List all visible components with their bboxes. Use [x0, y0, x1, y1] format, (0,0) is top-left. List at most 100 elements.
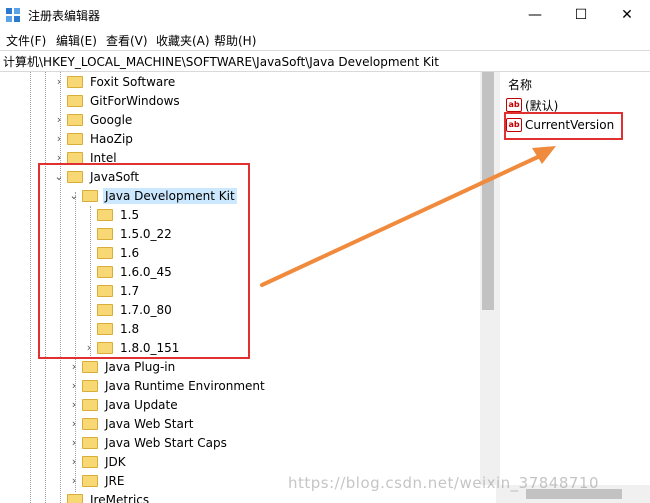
expand-chevron-icon[interactable]: ›: [66, 360, 82, 373]
expand-chevron-icon[interactable]: ›: [81, 341, 97, 354]
folder-icon: [67, 493, 83, 503]
address-bar[interactable]: 计算机\HKEY_LOCAL_MACHINE\SOFTWARE\JavaSoft…: [0, 50, 650, 72]
tree-node-java-plug-in[interactable]: › Java Plug-in: [66, 357, 177, 376]
expand-chevron-icon[interactable]: ›: [66, 417, 82, 430]
value-name[interactable]: (默认): [525, 97, 558, 114]
tree-node-1-8[interactable]: 1.8: [81, 319, 141, 338]
menu-edit[interactable]: 编辑(E): [56, 32, 97, 49]
folder-icon: [97, 227, 113, 240]
tree-node-label[interactable]: Foxit Software: [88, 74, 177, 90]
tree-node-label[interactable]: 1.6.0_45: [118, 264, 174, 280]
tree-node-label[interactable]: Java Development Kit: [103, 187, 237, 204]
tree-node-gitforwindows[interactable]: GitForWindows: [51, 91, 182, 110]
value-row-default[interactable]: ab (默认): [506, 96, 558, 114]
expand-chevron-icon[interactable]: ›: [51, 151, 67, 164]
tree-node-intel[interactable]: › Intel: [51, 148, 119, 167]
folder-icon: [97, 208, 113, 221]
expand-chevron-icon[interactable]: ›: [66, 398, 82, 411]
scrollbar-thumb[interactable]: [482, 72, 494, 310]
folder-icon: [67, 113, 83, 126]
tree-node-java-development-kit[interactable]: ⌄ Java Development Kit: [66, 186, 237, 205]
tree-node-label[interactable]: 1.6: [118, 245, 141, 261]
expand-chevron-icon[interactable]: ›: [66, 455, 82, 468]
menu-file[interactable]: 文件(F): [6, 32, 46, 49]
expand-chevron-icon[interactable]: ›: [66, 379, 82, 392]
tree-node-1-7[interactable]: 1.7: [81, 281, 141, 300]
folder-icon: [97, 265, 113, 278]
expand-chevron-icon[interactable]: ›: [51, 75, 67, 88]
value-row-currentversion[interactable]: ab CurrentVersion: [506, 116, 614, 134]
tree-node-label[interactable]: JRE: [103, 473, 126, 489]
tree-node-java-runtime-environment[interactable]: › Java Runtime Environment: [66, 376, 267, 395]
tree-node-1-5-0-22[interactable]: 1.5.0_22: [81, 224, 174, 243]
tree-node-1-6[interactable]: 1.6: [81, 243, 141, 262]
tree-node-label[interactable]: 1.7: [118, 283, 141, 299]
tree-node-label[interactable]: Java Update: [103, 397, 180, 413]
tree-node-label[interactable]: 1.7.0_80: [118, 302, 174, 318]
tree-node-label[interactable]: Intel: [88, 150, 119, 166]
folder-icon: [67, 94, 83, 107]
tree-node-java-web-start[interactable]: › Java Web Start: [66, 414, 195, 433]
key-tree[interactable]: › Foxit Software GitForWindows › Google …: [0, 72, 496, 503]
tree-node-haozip[interactable]: › HaoZip: [51, 129, 135, 148]
folder-icon: [82, 379, 98, 392]
collapse-chevron-icon[interactable]: ⌄: [51, 170, 67, 183]
menu-bar: 文件(F) 编辑(E) 查看(V) 收藏夹(A) 帮助(H): [0, 30, 650, 50]
folder-icon: [82, 398, 98, 411]
tree-node-label[interactable]: 1.5.0_22: [118, 226, 174, 242]
value-name[interactable]: CurrentVersion: [525, 118, 614, 132]
tree-node-label[interactable]: Java Web Start: [103, 416, 195, 432]
maximize-button[interactable]: ☐: [558, 0, 604, 30]
tree-node-label[interactable]: GitForWindows: [88, 93, 182, 109]
folder-icon: [97, 246, 113, 259]
tree-node-label[interactable]: Java Runtime Environment: [103, 378, 267, 394]
tree-node-java-web-start-caps[interactable]: › Java Web Start Caps: [66, 433, 229, 452]
tree-node-jre[interactable]: › JRE: [66, 471, 126, 490]
close-button[interactable]: ✕: [604, 0, 650, 30]
string-value-icon: ab: [506, 98, 522, 112]
open-folder-icon: [82, 189, 98, 202]
title-bar: 注册表编辑器 — ☐ ✕: [0, 0, 650, 31]
tree-guide-line: [45, 72, 46, 503]
menu-view[interactable]: 查看(V): [106, 32, 148, 49]
tree-node-java-update[interactable]: › Java Update: [66, 395, 180, 414]
string-value-icon: ab: [506, 118, 522, 132]
tree-node-label[interactable]: 1.8.0_151: [118, 340, 181, 356]
column-header-name[interactable]: 名称: [508, 76, 532, 93]
tree-node-1-7-0-80[interactable]: 1.7.0_80: [81, 300, 174, 319]
tree-node-javasoft[interactable]: ⌄ JavaSoft: [51, 167, 141, 186]
tree-node-google[interactable]: › Google: [51, 110, 134, 129]
value-list[interactable]: 名称 ab (默认) ab CurrentVersion: [500, 72, 650, 503]
expand-chevron-icon[interactable]: ›: [66, 474, 82, 487]
tree-node-label[interactable]: HaoZip: [88, 131, 135, 147]
folder-icon: [82, 360, 98, 373]
expand-chevron-icon[interactable]: ›: [66, 436, 82, 449]
folder-icon: [67, 170, 83, 183]
tree-node-label[interactable]: JDK: [103, 454, 128, 470]
tree-node-jdk[interactable]: › JDK: [66, 452, 128, 471]
expand-chevron-icon[interactable]: ›: [51, 113, 67, 126]
tree-vertical-scrollbar[interactable]: [480, 72, 496, 485]
tree-node-foxit-software[interactable]: › Foxit Software: [51, 72, 177, 91]
folder-icon: [67, 151, 83, 164]
tree-node-label[interactable]: JreMetrics: [88, 492, 151, 503]
menu-help[interactable]: 帮助(H): [214, 32, 256, 49]
tree-node-label[interactable]: Java Plug-in: [103, 359, 177, 375]
tree-node-jremetrics[interactable]: JreMetrics: [51, 490, 151, 503]
tree-node-1-8-0-151[interactable]: › 1.8.0_151: [81, 338, 181, 357]
address-path[interactable]: 计算机\HKEY_LOCAL_MACHINE\SOFTWARE\JavaSoft…: [3, 53, 439, 70]
folder-icon: [97, 284, 113, 297]
collapse-chevron-icon[interactable]: ⌄: [66, 189, 82, 202]
tree-node-label[interactable]: 1.8: [118, 321, 141, 337]
tree-node-label[interactable]: Google: [88, 112, 134, 128]
minimize-button[interactable]: —: [512, 0, 558, 30]
tree-node-1-5[interactable]: 1.5: [81, 205, 141, 224]
folder-icon: [82, 436, 98, 449]
tree-node-1-6-0-45[interactable]: 1.6.0_45: [81, 262, 174, 281]
tree-node-label[interactable]: 1.5: [118, 207, 141, 223]
watermark: https://blog.csdn.net/weixin_37848710: [288, 474, 600, 492]
expand-chevron-icon[interactable]: ›: [51, 132, 67, 145]
tree-node-label[interactable]: JavaSoft: [88, 169, 141, 185]
tree-node-label[interactable]: Java Web Start Caps: [103, 435, 229, 451]
menu-favorites[interactable]: 收藏夹(A): [156, 32, 210, 49]
